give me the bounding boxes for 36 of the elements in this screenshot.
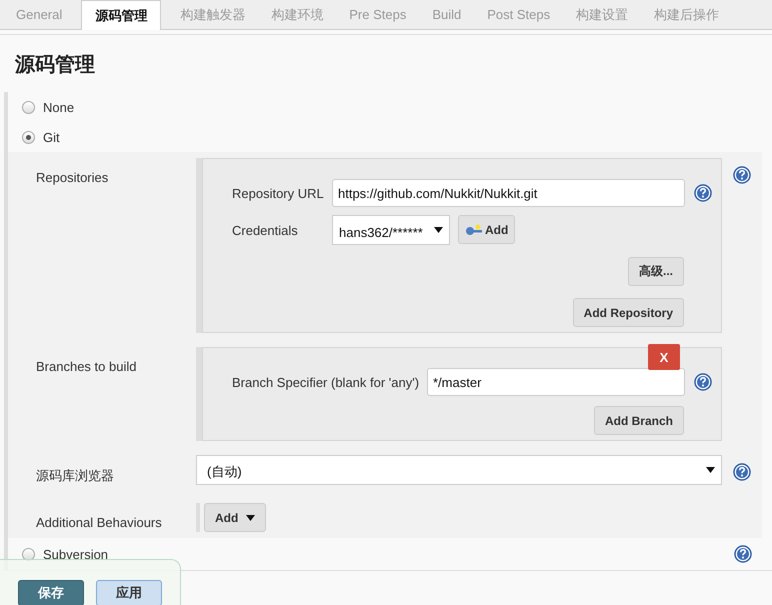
delete-button[interactable]: X — [648, 344, 680, 370]
field-label: 源码库浏览器 — [36, 467, 115, 485]
field-label: Repositories — [36, 169, 110, 187]
help-icon — [694, 373, 712, 391]
help-icon — [733, 166, 751, 184]
advanced-button[interactable]: 高级... — [628, 257, 684, 286]
radio-button[interactable] — [22, 548, 35, 560]
radio-label: Git — [43, 130, 60, 144]
field-label: Branches to build — [36, 358, 138, 376]
repository-browser-dropdown[interactable]: (自动) — [196, 455, 722, 485]
save-button[interactable]: 保存 — [18, 580, 84, 605]
add-button[interactable]: Add — [458, 215, 516, 244]
credentials-dropdown[interactable]: hans362/****** — [332, 215, 450, 245]
caret-icon — [434, 227, 443, 233]
tab[interactable]: 源码管理 — [81, 0, 162, 30]
branch-specifier-field[interactable]: */master — [427, 368, 685, 396]
section-title: 源码管理 — [0, 34, 772, 78]
add-repository-button[interactable]: Add Repository — [572, 298, 684, 327]
key-icon — [465, 224, 483, 236]
field-label: Repository URL — [232, 186, 325, 200]
add-branch-button[interactable]: Add Branch — [594, 406, 684, 435]
help-icon — [733, 463, 751, 481]
field-label: Additional Behaviours — [36, 514, 163, 532]
add-dropdown-button[interactable]: Add — [204, 503, 266, 532]
repository-url-field[interactable]: https://github.com/Nukkit/Nukkit.git — [332, 179, 685, 207]
help-icon — [694, 184, 712, 202]
field-label: Credentials — [232, 222, 299, 238]
caret-icon — [706, 467, 715, 473]
radio-label: Subversion — [43, 546, 108, 562]
caret-icon — [246, 514, 256, 520]
radio-label: None — [43, 100, 74, 114]
field-label: Branch Specifier (blank for 'any') — [232, 374, 420, 390]
help-icon — [734, 545, 752, 563]
apply-button[interactable]: 应用 — [96, 580, 162, 605]
radio-button[interactable] — [22, 100, 35, 114]
radio-button[interactable] — [22, 130, 35, 144]
